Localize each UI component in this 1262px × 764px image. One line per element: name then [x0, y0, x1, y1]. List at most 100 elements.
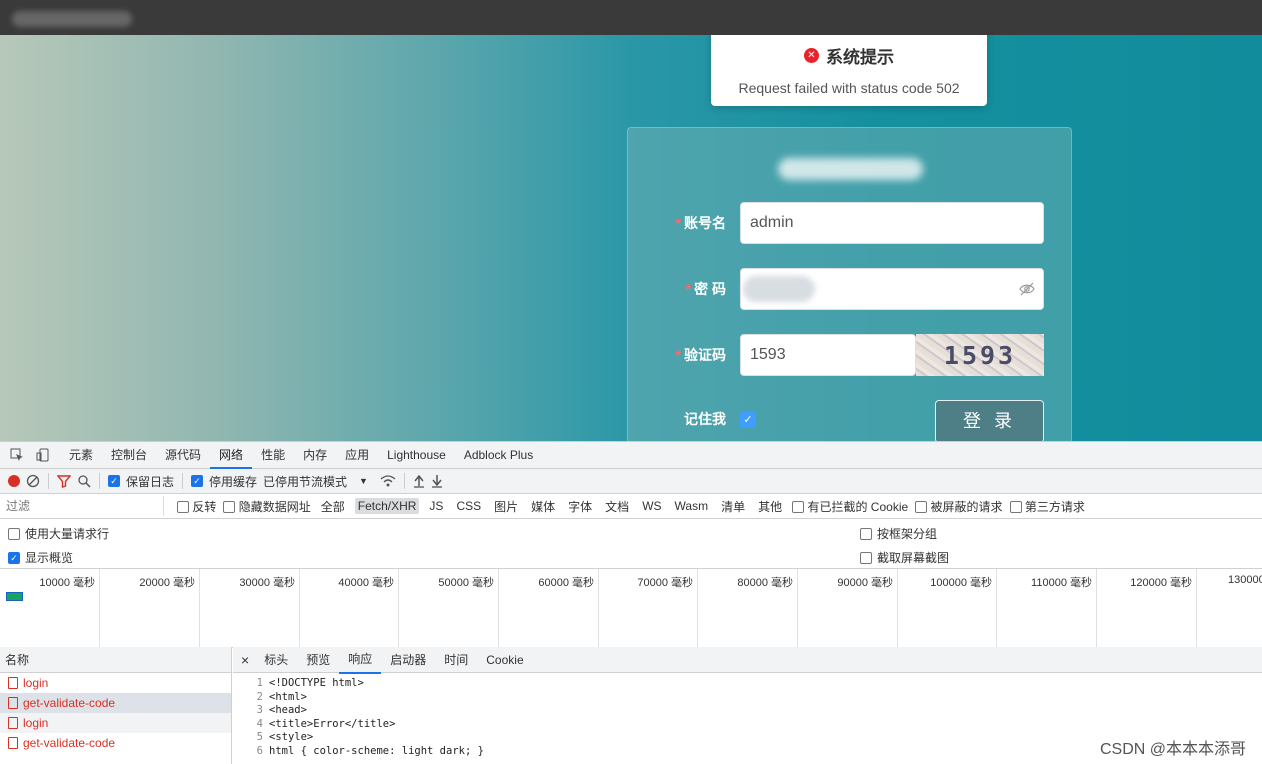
- blocked-cookies-label: 有已拦截的 Cookie: [807, 499, 909, 514]
- tab-adblock-plus[interactable]: Adblock Plus: [455, 442, 542, 469]
- request-row[interactable]: login: [0, 673, 231, 693]
- captcha-input[interactable]: 1593: [740, 334, 916, 376]
- filter-type-media[interactable]: 媒体: [528, 497, 558, 516]
- captcha-image[interactable]: 1593: [916, 334, 1044, 376]
- document-icon: [8, 717, 18, 729]
- tab-network[interactable]: 网络: [210, 442, 253, 469]
- filter-type-all[interactable]: 全部: [318, 497, 348, 516]
- export-har-icon[interactable]: [431, 474, 443, 488]
- browser-top-bar: [0, 0, 1262, 35]
- error-circle-icon: ✕: [804, 48, 819, 63]
- tab-preview[interactable]: 预览: [297, 647, 339, 673]
- csdn-watermark: CSDN @本本本添哥: [1099, 741, 1246, 758]
- timeline-tick: 60000 毫秒: [499, 569, 599, 648]
- tab-initiator[interactable]: 启动器: [381, 647, 435, 673]
- close-icon[interactable]: ×: [241, 652, 249, 668]
- record-icon[interactable]: [8, 475, 20, 487]
- tab-lighthouse[interactable]: Lighthouse: [378, 442, 455, 469]
- disable-cache-label: 停用缓存: [209, 474, 258, 489]
- show-overview-label: 显示概览: [25, 551, 74, 565]
- network-filter-bar: 过滤 反转 隐藏数据网址 全部 Fetch/XHR JS CSS 图片 媒体 字…: [0, 494, 1262, 519]
- tab-sources[interactable]: 源代码: [156, 442, 210, 469]
- capture-screenshots-checkbox[interactable]: [860, 551, 872, 564]
- clear-icon[interactable]: [26, 474, 40, 488]
- group-by-frame-checkbox[interactable]: [860, 527, 872, 540]
- code-line: 1 <!DOCTYPE html>: [256, 677, 364, 689]
- document-icon: [8, 697, 18, 709]
- blocked-requests-checkbox[interactable]: [915, 500, 928, 513]
- filter-type-manifest[interactable]: 清单: [718, 497, 748, 516]
- name-column-header[interactable]: 名称: [0, 647, 231, 673]
- preserve-log-label: 保留日志: [126, 474, 175, 489]
- filter-type-font[interactable]: 字体: [565, 497, 595, 516]
- tab-timing[interactable]: 时间: [435, 647, 477, 673]
- show-overview-checkbox[interactable]: ✓: [8, 551, 20, 564]
- devtools-tab-bar: 元素 控制台 源代码 网络 性能 内存 应用 Lighthouse Adbloc…: [0, 442, 1262, 469]
- code-line: 3 <head>: [256, 704, 307, 716]
- hide-data-urls-label: 隐藏数据网址: [238, 499, 311, 514]
- login-button[interactable]: 登 录: [935, 400, 1044, 441]
- tab-memory[interactable]: 内存: [294, 442, 336, 469]
- timeline-tick: 10000 毫秒: [0, 569, 100, 648]
- disable-cache-checkbox[interactable]: ✓: [191, 475, 204, 487]
- timeline-tick: 70000 毫秒: [599, 569, 698, 648]
- devtools-panel: 元素 控制台 源代码 网络 性能 内存 应用 Lighthouse Adbloc…: [0, 441, 1262, 764]
- filter-input[interactable]: 过滤: [2, 496, 164, 516]
- timeline-tick: 20000 毫秒: [100, 569, 200, 648]
- tab-cookies[interactable]: Cookie: [477, 647, 532, 673]
- inspect-element-icon[interactable]: [8, 447, 26, 463]
- filter-type-img[interactable]: 图片: [491, 497, 521, 516]
- code-line: 4 <title>Error</title>: [256, 717, 396, 730]
- remember-checkbox[interactable]: ✓: [740, 412, 756, 428]
- request-list: 名称 login get-validate-code login get-val…: [0, 647, 232, 764]
- third-party-label: 第三方请求: [1024, 499, 1085, 514]
- blurred-browser-tab[interactable]: [12, 11, 132, 27]
- password-row: * 密 码: [628, 268, 1073, 310]
- toast-title: 系统提示: [826, 48, 894, 67]
- timeline-tick: 30000 毫秒: [200, 569, 300, 648]
- captcha-row: * 验证码 1593 1593: [628, 334, 1073, 376]
- search-icon[interactable]: [77, 474, 91, 488]
- tab-application[interactable]: 应用: [336, 442, 378, 469]
- blocked-cookies-checkbox[interactable]: [792, 500, 805, 513]
- filter-type-css[interactable]: CSS: [453, 498, 484, 514]
- login-page: ✕ 系统提示 Request failed with status code 5…: [0, 35, 1262, 441]
- network-overview-timeline[interactable]: 10000 毫秒 20000 毫秒 30000 毫秒 40000 毫秒 5000…: [0, 569, 1262, 648]
- capture-screenshots-label: 截取屏幕截图: [877, 551, 950, 565]
- throttle-select[interactable]: 已停用节流模式: [263, 473, 347, 490]
- filter-type-wasm[interactable]: Wasm: [672, 498, 712, 514]
- big-rows-checkbox[interactable]: [8, 527, 20, 540]
- tab-performance[interactable]: 性能: [252, 442, 294, 469]
- blurred-logo: [778, 158, 923, 180]
- eye-hidden-icon[interactable]: [1019, 281, 1035, 297]
- code-line: 2 <html>: [256, 690, 307, 703]
- third-party-checkbox[interactable]: [1009, 500, 1022, 513]
- request-row[interactable]: login: [0, 713, 231, 733]
- tab-elements[interactable]: 元素: [60, 442, 102, 469]
- filter-type-js[interactable]: JS: [426, 498, 446, 514]
- import-har-icon[interactable]: [413, 474, 425, 488]
- timeline-tick: 130000: [1228, 574, 1262, 586]
- timeline-tick: 90000 毫秒: [798, 569, 898, 648]
- timeline-tick: 40000 毫秒: [300, 569, 399, 648]
- tab-headers[interactable]: 标头: [255, 647, 297, 673]
- filter-icon[interactable]: [57, 474, 71, 488]
- filter-type-doc[interactable]: 文档: [602, 497, 632, 516]
- device-toolbar-icon[interactable]: [34, 447, 52, 463]
- hide-data-urls-checkbox[interactable]: [223, 500, 236, 513]
- preserve-log-checkbox[interactable]: ✓: [108, 475, 120, 487]
- filter-type-fetch-xhr[interactable]: Fetch/XHR: [354, 498, 420, 514]
- invert-checkbox[interactable]: [177, 500, 189, 513]
- filter-type-other[interactable]: 其他: [755, 497, 785, 516]
- network-conditions-icon[interactable]: [380, 474, 396, 488]
- blocked-requests-label: 被屏蔽的请求: [930, 499, 1003, 514]
- filter-type-ws[interactable]: WS: [639, 498, 664, 514]
- request-row[interactable]: get-validate-code: [0, 733, 231, 753]
- password-input[interactable]: [740, 268, 1044, 310]
- username-input[interactable]: admin: [740, 202, 1044, 244]
- captcha-label: 验证码: [684, 347, 726, 363]
- tab-console[interactable]: 控制台: [102, 442, 156, 469]
- chevron-down-icon[interactable]: ▼: [359, 476, 368, 486]
- tab-response[interactable]: 响应: [339, 646, 382, 674]
- request-row[interactable]: get-validate-code: [0, 693, 231, 713]
